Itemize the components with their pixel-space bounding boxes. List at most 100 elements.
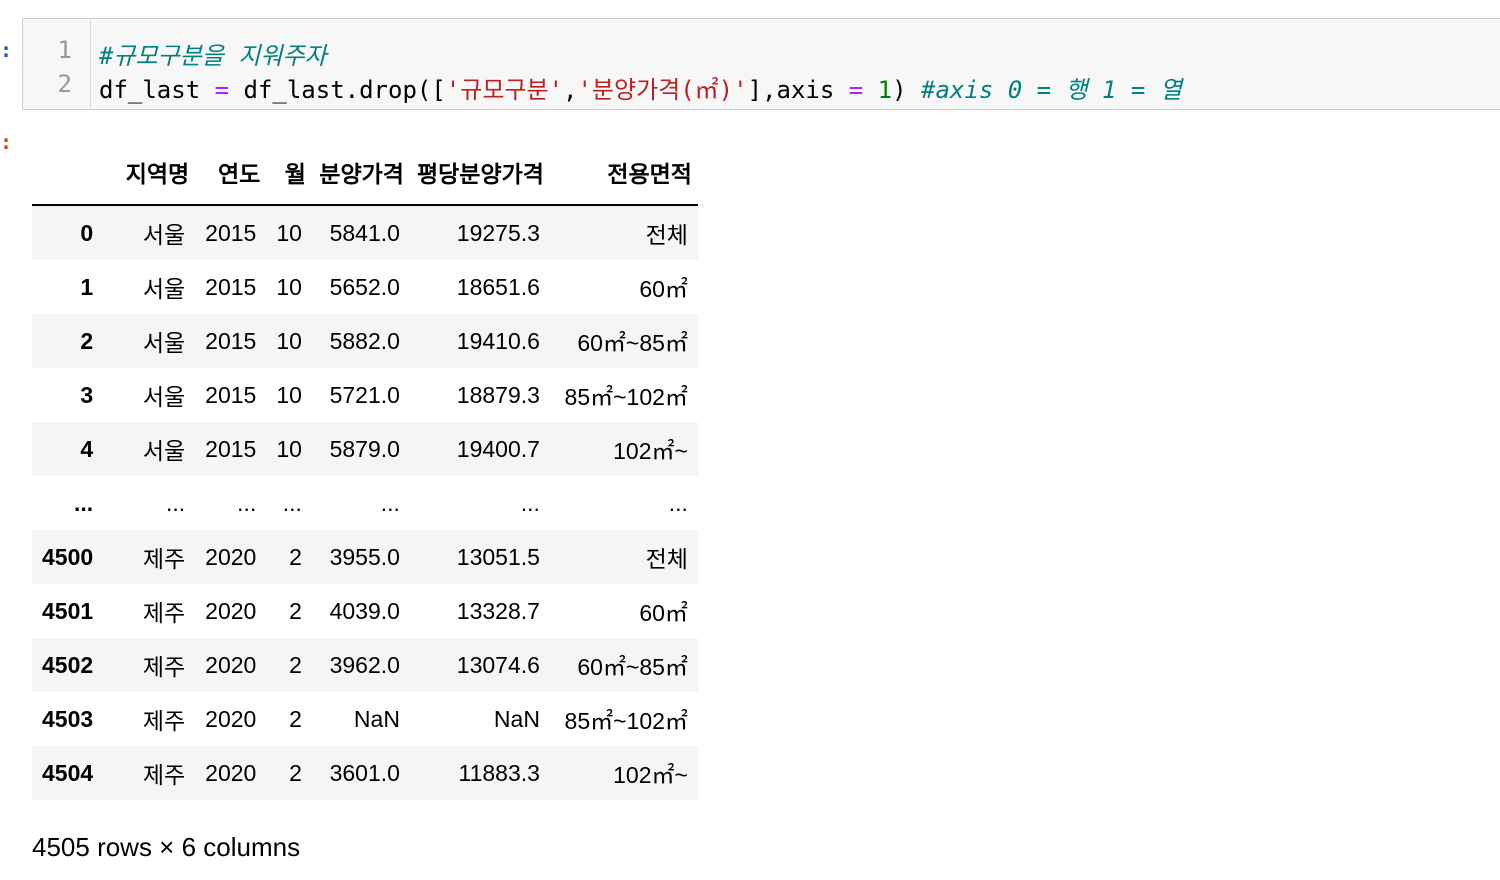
table-row: 4501 제주 2020 2 4039.0 13328.7 60㎡	[32, 584, 698, 638]
table-row: 4500 제주 2020 2 3955.0 13051.5 전체	[32, 530, 698, 584]
table-row: 0 서울 2015 10 5841.0 19275.3 전체	[32, 205, 698, 260]
table-cell: 60㎡	[639, 276, 688, 302]
table-cell: ...	[282, 489, 302, 516]
code-line-1[interactable]: #규모구분을 지워주자	[99, 36, 327, 71]
table-cell: ...	[520, 489, 540, 516]
table-cell: 18879.3	[456, 381, 540, 408]
code-string: '규모구분'	[445, 76, 564, 104]
table-cell: 서울	[142, 438, 186, 464]
table-cell: ...	[380, 489, 400, 516]
row-index: 1	[80, 273, 94, 300]
code-cell[interactable]: 1 2 #규모구분을 지워주자 df_last = df_last.drop([…	[22, 18, 1500, 110]
table-cell: 2	[289, 543, 302, 570]
table-cell: 102㎡~	[613, 762, 688, 788]
table-row: 3 서울 2015 10 5721.0 18879.3 85㎡~102㎡	[32, 368, 698, 422]
line-number: 1	[57, 36, 72, 64]
table-cell: 2	[289, 759, 302, 786]
table-cell: NaN	[353, 705, 400, 732]
table-cell: ...	[166, 489, 186, 516]
table-cell: 제주	[142, 546, 186, 572]
table-cell: 2015	[205, 327, 257, 354]
table-cell: 5652.0	[329, 273, 400, 300]
row-index: 4502	[42, 651, 94, 678]
table-cell: 서울	[142, 384, 186, 410]
row-index: 4504	[42, 759, 94, 786]
table-cell: 2020	[205, 597, 257, 624]
table-cell: 5841.0	[329, 219, 400, 246]
table-cell: 102㎡~	[613, 438, 688, 464]
table-header-row: 지역명 연도 월 분양가격 평당분양가격 전용면적	[32, 140, 698, 206]
table-cell: 85㎡~102㎡	[564, 384, 688, 410]
table-row: 4502 제주 2020 2 3962.0 13074.6 60㎡~85㎡	[32, 638, 698, 692]
code-number: 1	[877, 76, 893, 104]
table-row: 2 서울 2015 10 5882.0 19410.6 60㎡~85㎡	[32, 314, 698, 368]
table-cell: 19275.3	[456, 219, 540, 246]
table-cell: NaN	[493, 705, 540, 732]
table-cell: 2	[289, 651, 302, 678]
table-cell: 60㎡~85㎡	[577, 654, 688, 680]
column-header-index	[32, 140, 104, 206]
table-cell: 60㎡~85㎡	[577, 330, 688, 356]
column-header: 전용면적	[549, 140, 698, 206]
line-number: 2	[57, 70, 72, 98]
table-cell: 2015	[205, 381, 257, 408]
column-header: 평당분양가격	[409, 140, 550, 206]
table-cell: 3601.0	[329, 759, 400, 786]
row-index: 3	[80, 381, 94, 408]
code-token: ,	[563, 76, 578, 104]
table-cell: 10	[276, 219, 302, 246]
table-cell: 제주	[142, 654, 186, 680]
code-token: df_last	[99, 76, 215, 104]
table-cell: 19410.6	[456, 327, 540, 354]
table-cell: 2015	[205, 219, 257, 246]
table-cell: 제주	[142, 762, 186, 788]
code-token: )	[892, 76, 922, 104]
output-prompt-marker: :	[0, 130, 13, 154]
column-header: 연도	[195, 140, 267, 206]
table-cell: 제주	[142, 600, 186, 626]
table-cell: 60㎡	[639, 600, 688, 626]
table-cell: 2020	[205, 543, 257, 570]
table-cell: ...	[237, 489, 257, 516]
table-cell: 5882.0	[329, 327, 400, 354]
code-comment: #규모구분을 지워주자	[99, 42, 327, 70]
column-header: 분양가격	[311, 140, 410, 206]
table-cell: 2020	[205, 651, 257, 678]
table-cell: 10	[276, 381, 302, 408]
table-cell: 서울	[142, 330, 186, 356]
row-index: 2	[80, 327, 94, 354]
table-cell: 2020	[205, 759, 257, 786]
row-index: 4501	[42, 597, 94, 624]
table-cell: 2015	[205, 435, 257, 462]
row-index: ...	[74, 489, 94, 516]
table-row: 4504 제주 2020 2 3601.0 11883.3 102㎡~	[32, 746, 698, 800]
table-cell: 85㎡~102㎡	[564, 708, 688, 734]
input-prompt-marker: :	[0, 38, 13, 62]
table-row: 4503 제주 2020 2 NaN NaN 85㎡~102㎡	[32, 692, 698, 746]
table-cell: 서울	[142, 222, 186, 248]
code-comment: #axis 0 = 행 1 = 열	[921, 76, 1182, 104]
column-header: 지역명	[103, 140, 196, 206]
table-cell: 13051.5	[456, 543, 540, 570]
table-cell: 2020	[205, 705, 257, 732]
table-row: .....................	[32, 476, 698, 530]
row-index: 0	[80, 219, 94, 246]
line-number-gutter: 1 2	[23, 19, 91, 109]
table-cell: 13074.6	[456, 651, 540, 678]
table-cell: 18651.6	[456, 273, 540, 300]
column-header: 월	[266, 140, 312, 206]
code-line-2[interactable]: df_last = df_last.drop(['규모구분','분양가격(㎡)'…	[99, 70, 1182, 105]
row-index: 4503	[42, 705, 94, 732]
table-cell: 13328.7	[456, 597, 540, 624]
table-cell: 10	[276, 435, 302, 462]
table-cell: 2	[289, 705, 302, 732]
table-cell: 5879.0	[329, 435, 400, 462]
table-row: 4 서울 2015 10 5879.0 19400.7 102㎡~	[32, 422, 698, 476]
row-index: 4	[80, 435, 94, 462]
table-cell: 10	[276, 273, 302, 300]
table-cell: 4039.0	[329, 597, 400, 624]
table-cell: 제주	[142, 708, 186, 734]
code-operator: =	[848, 76, 864, 104]
table-cell: 2015	[205, 273, 257, 300]
